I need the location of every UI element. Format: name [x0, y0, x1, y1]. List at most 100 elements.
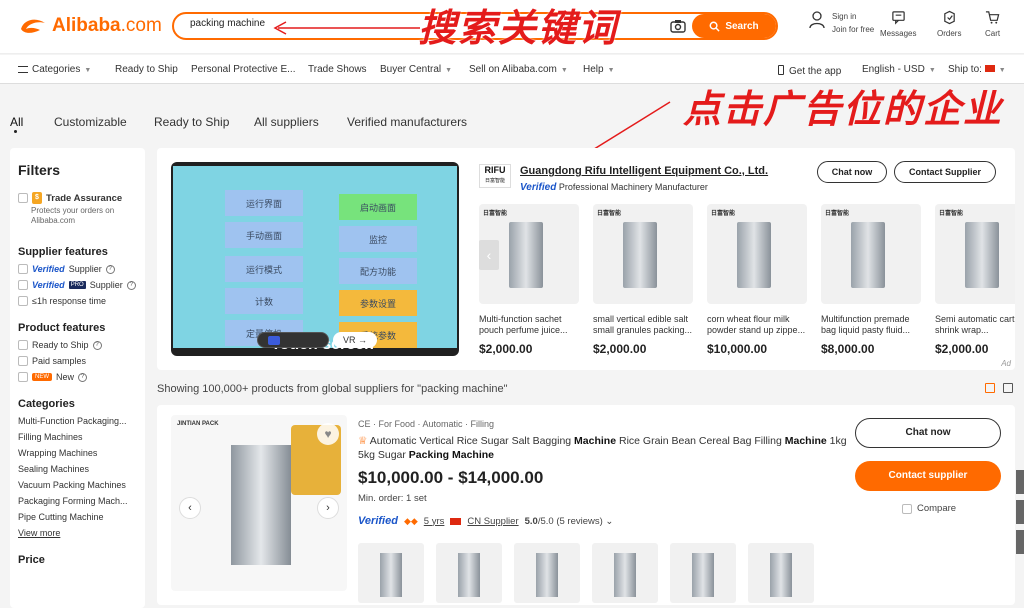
- checkbox[interactable]: [18, 193, 28, 203]
- checkbox[interactable]: [902, 503, 912, 514]
- checkbox[interactable]: [18, 356, 28, 366]
- nav-buyer-central[interactable]: Buyer Central ▼: [380, 64, 452, 75]
- annotation-arrow-search: [273, 21, 420, 35]
- screen-button: 启动画面: [339, 194, 417, 220]
- supplier-video[interactable]: 运行界面 启动画面 手动画面 监控 运行模式 配方功能 计数 参数设置 定量停机…: [171, 162, 459, 356]
- ad-product-card[interactable]: 日富智能 Multi-function sachet pouch perfume…: [479, 204, 579, 356]
- trade-assurance-icon: $: [32, 192, 42, 204]
- supplier-rating[interactable]: 5.0/5.0 (5 reviews) ⌄: [525, 516, 614, 527]
- ad-product-card[interactable]: 日富智能 Semi automatic cart heat shrink wra…: [935, 204, 1015, 356]
- sign-in-area[interactable]: Sign in Join for free: [808, 10, 874, 36]
- thumbnail[interactable]: [592, 543, 658, 603]
- ad-product-card[interactable]: 日富智能 corn wheat flour milk powder stand …: [707, 204, 807, 356]
- category-item[interactable]: Filling Machines: [18, 432, 137, 442]
- cart-link[interactable]: Cart: [985, 10, 1000, 38]
- thumbnail[interactable]: [748, 543, 814, 603]
- grid-view-icon[interactable]: [1003, 383, 1013, 393]
- messages-link[interactable]: Messages: [880, 10, 916, 38]
- ad-product-card[interactable]: 日富智能 Multifunction premade bag liquid pa…: [821, 204, 921, 356]
- side-tool-button[interactable]: [1016, 470, 1024, 494]
- filter-ready-to-ship[interactable]: Ready to Ship ?: [18, 340, 137, 350]
- filter-new[interactable]: NEW New ?: [18, 372, 137, 382]
- thumbnail[interactable]: [514, 543, 580, 603]
- phone-icon: [778, 65, 784, 75]
- screen-button: 计数: [225, 288, 303, 314]
- machine-image: [231, 445, 291, 565]
- filter-trade-assurance[interactable]: $ Trade Assurance: [18, 192, 137, 204]
- alibaba-logo[interactable]: Alibaba.com: [18, 15, 162, 37]
- category-item[interactable]: Multi-Function Packaging...: [18, 416, 137, 426]
- compare-toggle[interactable]: Compare: [902, 503, 956, 514]
- join-free-link[interactable]: Join for free: [832, 23, 874, 36]
- listing-image[interactable]: JINTIAN PACK ‹ › ♥: [171, 415, 347, 591]
- orders-link[interactable]: Orders: [937, 10, 961, 38]
- contact-supplier-button[interactable]: Contact supplier: [855, 461, 1001, 491]
- image-prev-button[interactable]: ‹: [179, 497, 201, 519]
- list-view-icon[interactable]: [985, 383, 995, 393]
- nav-categories[interactable]: Categories ▼: [18, 64, 91, 75]
- supplier-logo[interactable]: RIFU 日富智能: [479, 164, 511, 188]
- side-tool-button[interactable]: [1016, 500, 1024, 524]
- flag-icon: [984, 65, 995, 72]
- nav-language[interactable]: English - USD ▼: [862, 64, 936, 75]
- nav-help[interactable]: Help ▼: [583, 64, 615, 75]
- camera-search-icon[interactable]: [670, 19, 686, 33]
- nav-ppe[interactable]: Personal Protective E...: [191, 64, 296, 75]
- tab-ready-to-ship[interactable]: Ready to Ship: [154, 115, 229, 129]
- filter-verified-supplier[interactable]: Verified Supplier ?: [18, 264, 137, 274]
- video-controls[interactable]: [257, 332, 329, 348]
- supplier-country[interactable]: CN Supplier: [467, 516, 518, 527]
- ad-chat-now-button[interactable]: Chat now: [817, 161, 887, 183]
- category-item[interactable]: Wrapping Machines: [18, 448, 137, 458]
- product-image: 日富智能: [935, 204, 1015, 304]
- view-more-link[interactable]: View more: [18, 528, 137, 538]
- category-item[interactable]: Packaging Forming Mach...: [18, 496, 137, 506]
- product-price: $8,000.00: [821, 342, 875, 356]
- nav-trade-shows[interactable]: Trade Shows: [308, 64, 367, 75]
- vr-button[interactable]: VR →: [333, 332, 377, 348]
- sign-in-link[interactable]: Sign in: [832, 10, 874, 23]
- supplier-name-link[interactable]: Guangdong Rifu Intelligent Equipment Co.…: [520, 165, 768, 177]
- thumbnail[interactable]: [670, 543, 736, 603]
- carousel-prev-button[interactable]: ‹: [479, 240, 499, 270]
- nav-get-app[interactable]: Get the app: [778, 64, 841, 77]
- sponsored-supplier-card: 运行界面 启动画面 手动画面 监控 运行模式 配方功能 计数 参数设置 定量停机…: [157, 148, 1015, 370]
- view-toggle: [985, 383, 1013, 393]
- thumbnail[interactable]: [358, 543, 424, 603]
- product-price: $2,000.00: [593, 342, 647, 356]
- supplier-features-title: Supplier features: [18, 246, 108, 258]
- checkbox[interactable]: [18, 372, 28, 382]
- tab-all[interactable]: All: [10, 115, 23, 129]
- nav-ship-to[interactable]: Ship to: ▼: [948, 64, 1006, 75]
- checkbox[interactable]: [18, 280, 28, 290]
- product-image: 日富智能: [593, 204, 693, 304]
- tab-all-suppliers[interactable]: All suppliers: [254, 115, 319, 129]
- category-item[interactable]: Sealing Machines: [18, 464, 137, 474]
- search-button[interactable]: Search: [692, 14, 776, 38]
- listing-moq: Min. order: 1 set: [358, 493, 427, 504]
- favorite-heart-icon[interactable]: ♥: [317, 423, 339, 445]
- ad-product-card[interactable]: 日富智能 small vertical edible salt small gr…: [593, 204, 693, 356]
- checkbox[interactable]: [18, 340, 28, 350]
- nav-sell[interactable]: Sell on Alibaba.com ▼: [469, 64, 568, 75]
- screen-button: 运行模式: [225, 256, 303, 282]
- tab-customizable[interactable]: Customizable: [54, 115, 127, 129]
- chat-now-button[interactable]: Chat now: [855, 418, 1001, 448]
- search-button-label: Search: [725, 20, 759, 32]
- product-price: $2,000.00: [479, 342, 533, 356]
- ad-contact-supplier-button[interactable]: Contact Supplier: [894, 161, 996, 183]
- tab-verified-manufacturers[interactable]: Verified manufacturers: [347, 115, 467, 129]
- filter-response-time[interactable]: ≤1h response time: [18, 296, 137, 306]
- thumbnail[interactable]: [436, 543, 502, 603]
- filter-verified-pro-supplier[interactable]: Verified PRO Supplier ?: [18, 280, 137, 290]
- image-next-button[interactable]: ›: [317, 497, 339, 519]
- side-tool-button[interactable]: [1016, 530, 1024, 554]
- category-item[interactable]: Vacuum Packing Machines: [18, 480, 137, 490]
- checkbox[interactable]: [18, 296, 28, 306]
- checkbox[interactable]: [18, 264, 28, 274]
- listing-title[interactable]: ♕ Automatic Vertical Rice Sugar Salt Bag…: [358, 434, 848, 462]
- category-item[interactable]: Pipe Cutting Machine: [18, 512, 137, 522]
- filter-paid-samples[interactable]: Paid samples: [18, 356, 137, 366]
- nav-ready-to-ship[interactable]: Ready to Ship: [115, 64, 178, 75]
- supplier-years[interactable]: 5 yrs: [424, 516, 445, 527]
